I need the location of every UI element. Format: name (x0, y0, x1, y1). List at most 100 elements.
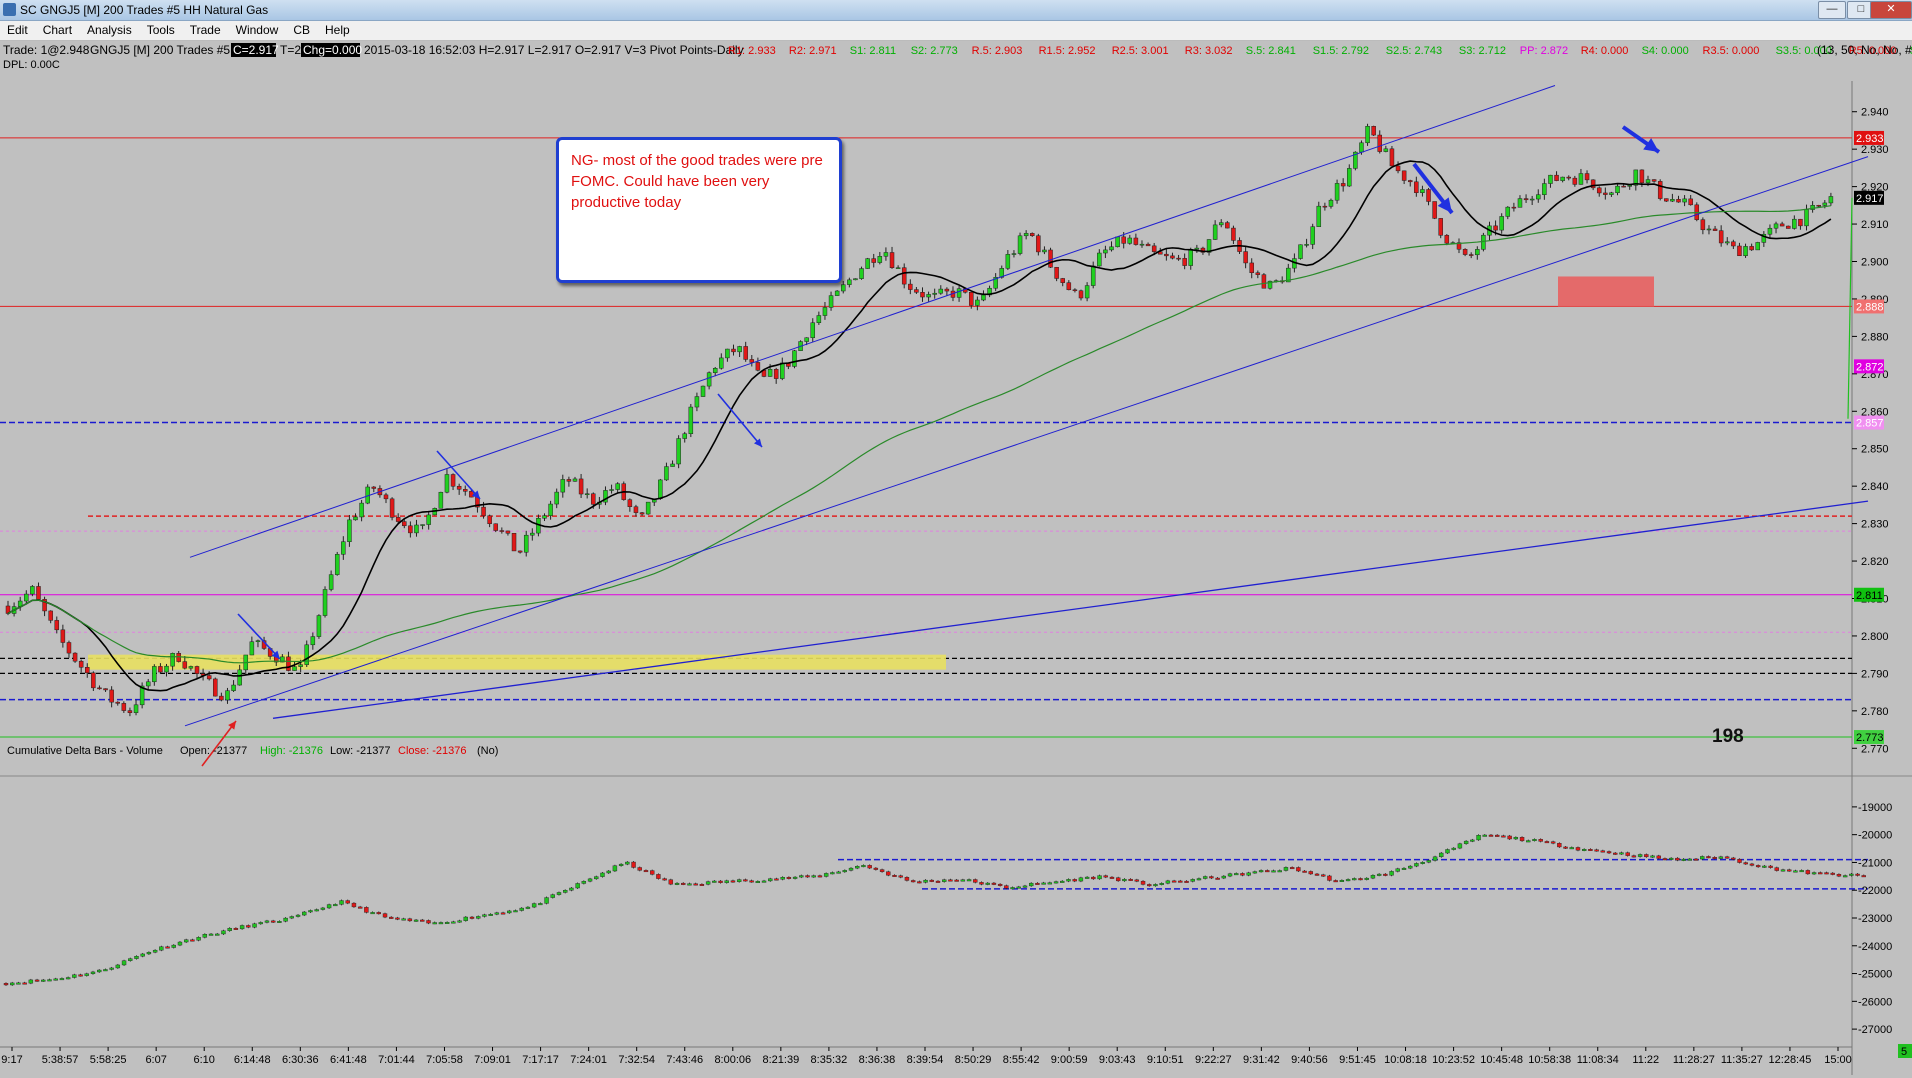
menu-edit[interactable]: Edit (0, 21, 36, 37)
candle-body (780, 362, 785, 379)
candle-body (1188, 249, 1194, 266)
delta-bar (1706, 856, 1711, 859)
delta-bar (594, 876, 599, 880)
delta-bar (1314, 873, 1320, 876)
delta-bar (252, 923, 257, 928)
delta-bar (985, 882, 990, 885)
candle-body (334, 554, 340, 575)
delta-bar (507, 910, 512, 914)
menu-window[interactable]: Window (229, 21, 287, 37)
delta-bar (1053, 881, 1059, 884)
delta-bar (246, 925, 251, 928)
delta-bar (159, 946, 164, 951)
delta-bar (1352, 878, 1357, 881)
candle-body (1444, 235, 1450, 244)
price-chart[interactable]: Trade: 1@2.948 GNGJ5 [M] 200 Trades #5 C… (0, 41, 1912, 1078)
pivot-label: S2: 2.773 (911, 45, 958, 57)
delta-bar (1215, 877, 1220, 880)
delta-bar (681, 882, 686, 885)
price-tick-label: 2.910 (1861, 219, 1889, 231)
delta-bar (1793, 870, 1798, 873)
time-tick-label: 10:45:48 (1480, 1054, 1523, 1066)
price-badge-label: 2.857 (1856, 418, 1884, 430)
delta-bar (1538, 839, 1543, 842)
channel-lower-line (184, 156, 1869, 727)
menu-help[interactable]: Help (318, 21, 358, 37)
delta-bar (22, 982, 27, 985)
delta-bar (612, 865, 618, 872)
price-badge-label: 2.917 (1856, 193, 1884, 205)
time-tick-label: 9:03:43 (1099, 1054, 1136, 1066)
delta-bar (1656, 855, 1661, 859)
pivot-label: R1: 2.933 (728, 45, 776, 57)
delta-bar (451, 921, 456, 924)
candle-body (1572, 177, 1578, 185)
delta-bar (1109, 876, 1115, 879)
time-tick-label: 6:10 (193, 1054, 214, 1066)
delta-bar (1383, 873, 1388, 876)
delta-bar (283, 917, 288, 922)
delta-bar (730, 880, 736, 883)
candle-body (109, 689, 114, 703)
candle-body (1310, 226, 1315, 245)
candle-body (530, 532, 535, 536)
candle-body (1133, 237, 1139, 245)
delta-bar (233, 927, 239, 930)
candle-body (1182, 258, 1187, 266)
candle-body (773, 369, 779, 379)
entry-arrow-2 (436, 450, 481, 500)
candle-body (1432, 201, 1437, 219)
delta-bar (1600, 850, 1606, 853)
delta-bar (1035, 882, 1040, 885)
delta-bar (1519, 837, 1525, 842)
delta-axis: -19000 -20000 -21000 -22000 -23000 -24000 -250… (1852, 802, 1912, 1058)
candle-body (865, 258, 870, 269)
delta-bar (1569, 847, 1574, 850)
candle-body (688, 406, 694, 435)
candle-body (1084, 285, 1090, 299)
candle-body (731, 348, 736, 353)
candle-body (1109, 246, 1114, 251)
chart-area[interactable]: Trade: 1@2.948 GNGJ5 [M] 200 Trades #5 C… (0, 41, 1912, 1078)
delta-bar (836, 871, 841, 874)
candle-body (383, 494, 389, 500)
delta-bar (1488, 834, 1494, 837)
candle-body (1103, 249, 1108, 254)
candle-body (1426, 189, 1431, 202)
close-value: C=2.917 (233, 43, 279, 57)
candle-body (115, 701, 120, 704)
delta-bar (1072, 879, 1077, 882)
delta-bar (1650, 855, 1655, 858)
candle-body (676, 438, 681, 465)
delta-bar (618, 863, 624, 866)
time-tick-label: 8:55:42 (1003, 1054, 1040, 1066)
delta-bar (1470, 839, 1475, 842)
delta-bar (84, 973, 89, 976)
delta-bar (1724, 856, 1730, 859)
delta-bar (1687, 858, 1693, 861)
candle-body (48, 610, 53, 621)
close-button[interactable]: ✕ (1870, 1, 1912, 19)
menu-analysis[interactable]: Analysis (80, 21, 140, 37)
delta-bar (1333, 880, 1338, 883)
menu-chart[interactable]: Chart (36, 21, 80, 37)
minimize-button[interactable]: — (1818, 1, 1846, 19)
menu-trade[interactable]: Trade (183, 21, 229, 37)
candle-body (792, 350, 797, 367)
time-tick-label: 7:17:17 (522, 1054, 559, 1066)
delta-bar (904, 877, 910, 881)
delta-bar (1700, 856, 1705, 860)
time-tick-label: 7:05:58 (426, 1054, 463, 1066)
red-arrow-head (228, 721, 236, 730)
time-tick-label: 9:31:42 (1243, 1054, 1280, 1066)
candle-body (1005, 254, 1011, 269)
delta-bar (258, 922, 263, 925)
annotation-note[interactable]: NG- most of the good trades were pre FOM… (556, 137, 842, 283)
time-tick-label: 10:58:38 (1528, 1054, 1571, 1066)
menu-tools[interactable]: Tools (140, 21, 183, 37)
time-tick-label: 7:24:01 (570, 1054, 607, 1066)
menu-cb[interactable]: CB (286, 21, 318, 37)
candle-body (1773, 223, 1779, 229)
candle-body (103, 688, 108, 691)
candle-body (572, 478, 578, 482)
